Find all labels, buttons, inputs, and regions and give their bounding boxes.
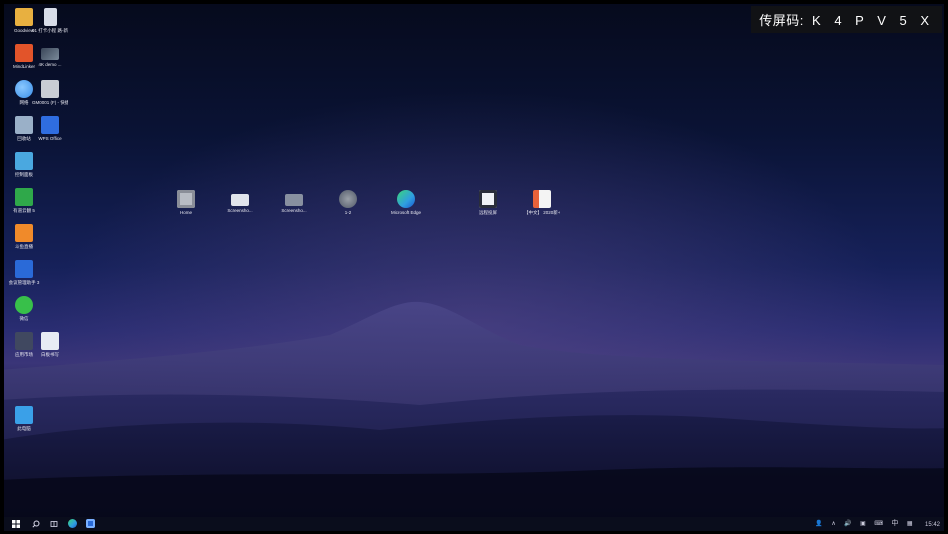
desktop-icon-this-pc[interactable]: 此电脑	[6, 406, 42, 432]
clock-time: 15:42	[924, 522, 940, 528]
desktop-icon-label: 斗鱼直播	[15, 244, 33, 249]
desktop-icon-label: 4K demo ...	[38, 62, 62, 67]
live-app-icon	[15, 224, 33, 242]
mindlinker-icon	[15, 44, 33, 62]
powerpoint-file-icon	[533, 190, 551, 208]
taskbar-edge-icon[interactable]	[66, 519, 78, 529]
image-thumbnail-icon	[285, 194, 303, 206]
desktop-icon-home[interactable]: Home	[168, 190, 204, 216]
task-view-icon[interactable]	[48, 519, 60, 529]
control-panel-icon	[15, 152, 33, 170]
desktop-icon-control-panel[interactable]: 控制面板	[6, 152, 42, 178]
desktop-screen: 传屏码: K 4 P V 5 X Goodview01 打卡小程 路-新建Min…	[0, 0, 948, 534]
desktop-icon-label: Screensho...	[227, 208, 253, 213]
network-globe-icon	[15, 80, 33, 98]
document-icon	[43, 8, 57, 26]
assistant-icon	[85, 519, 95, 528]
desktop-icon-ppt-2020[interactable]: 【中文】 2020新-G...	[524, 190, 560, 216]
desktop-icon-file-1-2[interactable]: 1-2	[330, 190, 366, 216]
edge-icon	[397, 190, 415, 208]
desktop-icon-note[interactable]: 01 打卡小程 路-新建	[32, 8, 68, 34]
image-thumbnail-icon	[231, 194, 249, 206]
desktop-icon-label: 远程投屏	[479, 210, 497, 215]
desktop-icon-screenshot-1[interactable]: Screensho...	[222, 190, 258, 214]
cast-code-value: K 4 P V 5 X	[812, 13, 934, 28]
desktop-icon-label: 1-2	[344, 210, 352, 215]
frame-left	[0, 0, 4, 534]
desktop-icon-label: 【中文】 2020新-G...	[524, 210, 560, 215]
recycle-bin-icon	[15, 116, 33, 134]
ime-indicator[interactable]: 中	[891, 517, 898, 531]
desktop-icon-assistant[interactable]: 会议管理助手 3	[6, 260, 42, 286]
system-tray: 👤 ∧ 🔊 ▣ ⌨ 中 ▦ 15:42	[811, 517, 940, 531]
people-icon[interactable]: 👤	[815, 517, 822, 531]
edge-icon	[67, 519, 77, 528]
screen-share-icon	[479, 190, 497, 208]
cast-code-label: 传屏码:	[759, 13, 804, 28]
desktop-icon-label: GM0001 (F) - 快捷方式	[32, 100, 68, 105]
en-icon	[15, 188, 33, 206]
desktop-icon-label: WPS Office	[38, 136, 62, 141]
volume-icon[interactable]: 🔊	[844, 517, 851, 531]
computer-icon	[15, 406, 33, 424]
desktop-icon-wps-office[interactable]: WPS Office	[32, 116, 68, 142]
desktop-icon-label: Home	[179, 210, 192, 215]
frame-right	[944, 0, 948, 534]
desktop-icon-edge[interactable]: Microsoft Edge	[388, 190, 424, 216]
keyboard-icon[interactable]: ⌨	[874, 517, 883, 531]
desktop-icon-label: 有道云翻 5	[13, 208, 35, 213]
search-icon[interactable]	[30, 519, 42, 529]
desktop-icon-label: 01 打卡小程 路-新建	[32, 28, 68, 33]
desktop-icon-label: 白板书写	[41, 352, 59, 357]
desktop-icon-youdao-5[interactable]: 有道云翻 5	[6, 188, 42, 214]
desktop-icon-screenshot-2[interactable]: Screensho...	[276, 190, 312, 214]
ime-icon[interactable]: ▦	[907, 517, 913, 531]
desktop-icon-whiteboard[interactable]: 白板书写	[32, 332, 68, 358]
wps-icon	[41, 116, 59, 134]
image-file-icon	[339, 190, 357, 208]
assistant-icon	[15, 260, 33, 278]
desktop-icon-label: 此电脑	[17, 426, 31, 431]
taskbar-assistant-icon[interactable]	[84, 519, 96, 529]
goodview-icon	[15, 8, 33, 26]
desktop-icon-label: 会议管理助手 3	[8, 280, 40, 285]
desktop-icon-label: Screensho...	[281, 208, 307, 213]
desktop-icon-label: 微信	[19, 316, 29, 321]
desktop-wallpaper	[0, 0, 948, 534]
cast-code-overlay: 传屏码: K 4 P V 5 X	[751, 6, 942, 33]
windows-start-icon[interactable]	[10, 519, 22, 529]
desktop-icon-wechat[interactable]: 微信	[6, 296, 42, 322]
clock[interactable]: 15:42	[921, 517, 940, 532]
desktop-icon-gm-shortcut[interactable]: GM0001 (F) - 快捷方式	[32, 80, 68, 106]
taskbar: 👤 ∧ 🔊 ▣ ⌨ 中 ▦ 15:42	[4, 517, 944, 531]
desktop-icon-remote[interactable]: 远程投屏	[470, 190, 506, 216]
wechat-icon	[15, 296, 33, 314]
desktop-icon-label: 控制面板	[15, 172, 33, 177]
pen-icon	[41, 332, 59, 350]
network-icon[interactable]: ▣	[860, 517, 866, 531]
desktop-icon-4k-demo[interactable]: 4K demo ...	[32, 44, 68, 68]
video-thumbnail-icon	[41, 48, 59, 60]
drive-icon	[41, 80, 59, 98]
chevron-up-icon[interactable]: ∧	[831, 517, 835, 531]
store-icon	[15, 332, 33, 350]
home-folder-icon	[177, 190, 195, 208]
desktop-icon-label: Microsoft Edge	[390, 210, 421, 215]
desktop-icon-beaver-live[interactable]: 斗鱼直播	[6, 224, 42, 250]
frame-top	[0, 0, 948, 4]
